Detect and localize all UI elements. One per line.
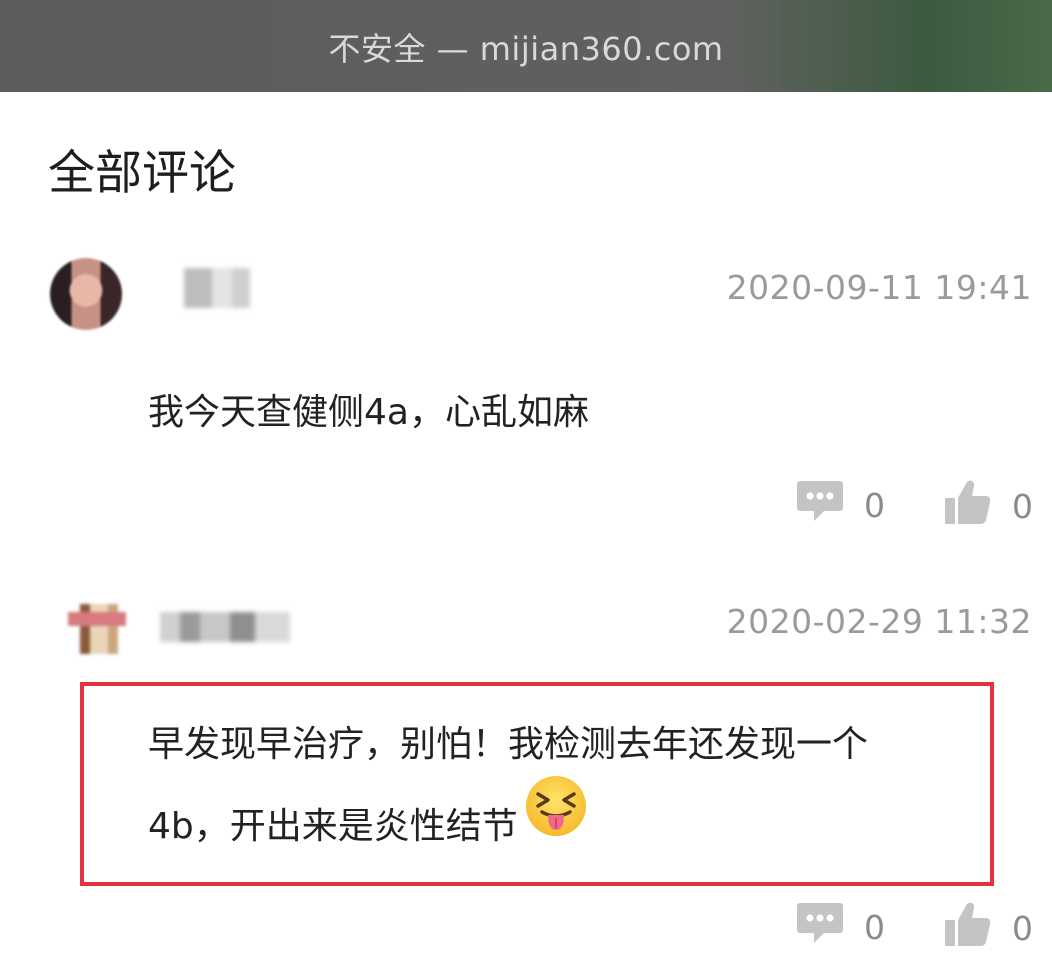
address-text: 不安全 — mijian360.com [328, 30, 724, 68]
comment-bubble-icon [796, 478, 844, 532]
avatar[interactable] [68, 604, 126, 654]
comment-text: 早发现早治疗，别怕！我检测去年还发现一个 4b，开出来是炎性结节 [148, 704, 968, 868]
avatar[interactable] [50, 258, 122, 330]
username-blurred[interactable] [172, 268, 282, 308]
reply-button[interactable]: 0 [796, 478, 885, 532]
reply-count: 0 [864, 485, 885, 525]
reply-button[interactable]: 0 [796, 900, 885, 954]
like-button[interactable]: 0 [944, 900, 1033, 956]
comment-timestamp: 2020-02-29 11:32 [726, 602, 1032, 641]
like-count: 0 [1012, 908, 1033, 948]
like-count: 0 [1012, 486, 1033, 526]
comment-text: 我今天查健侧4a，心乱如麻 [148, 392, 589, 433]
thumbs-up-icon [944, 900, 992, 956]
section-title: 全部评论 [48, 146, 236, 201]
comment-bubble-icon [796, 900, 844, 954]
browser-address-bar[interactable]: 不安全 — mijian360.com [0, 0, 1052, 92]
thumbs-up-icon [944, 478, 992, 534]
comment-text-line: 4b，开出来是炎性结节 [148, 806, 518, 847]
username-blurred[interactable] [160, 612, 320, 642]
comment-text-line-2: 4b，开出来是炎性结节 [148, 776, 968, 868]
comment-timestamp: 2020-09-11 19:41 [726, 268, 1032, 307]
like-button[interactable]: 0 [944, 478, 1033, 534]
squinting-face-with-tongue-icon [524, 774, 588, 868]
reply-count: 0 [864, 907, 885, 947]
